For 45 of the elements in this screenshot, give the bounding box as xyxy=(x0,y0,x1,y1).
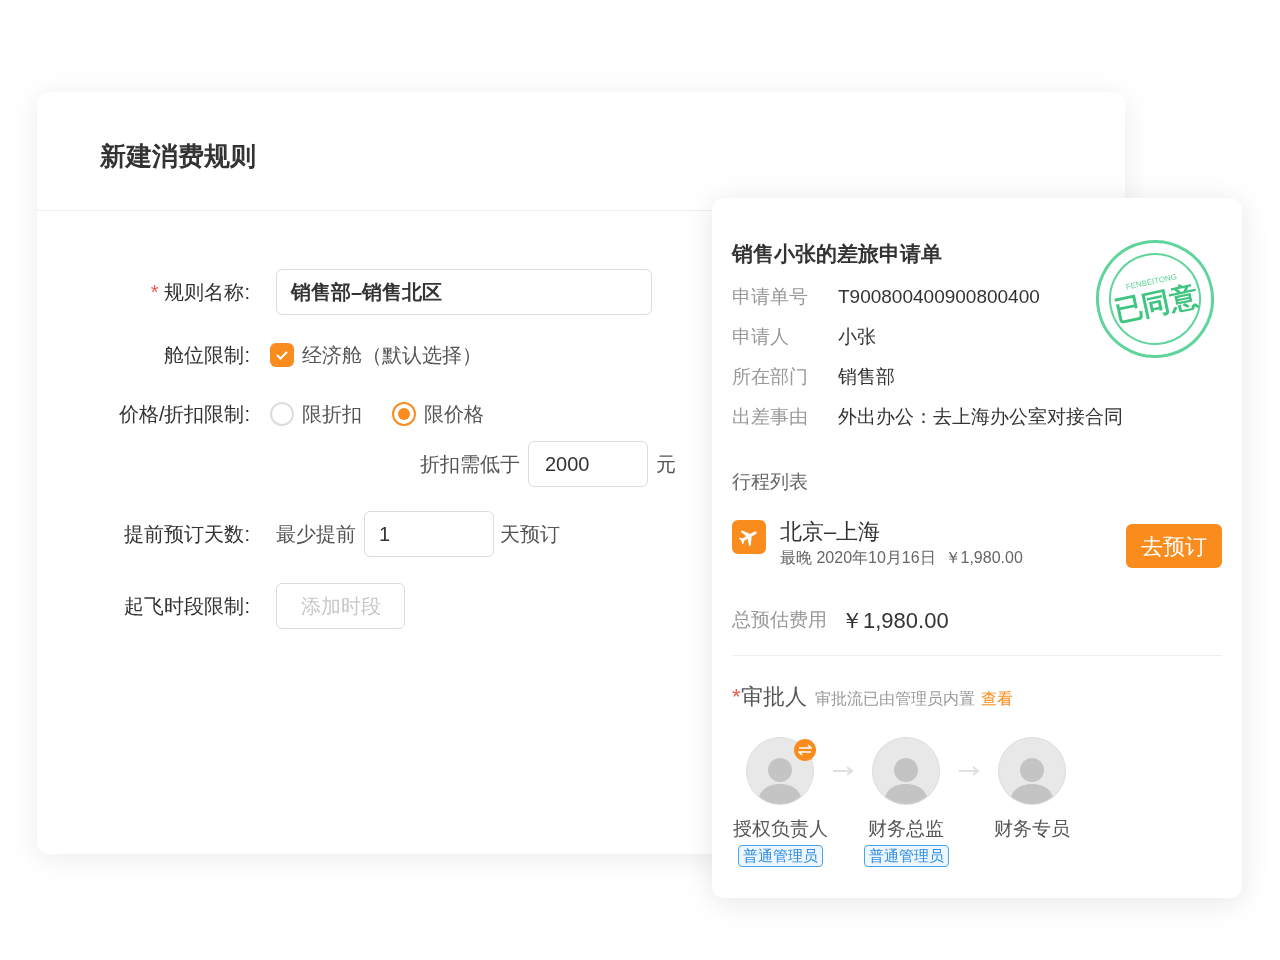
field-suffix: 元 xyxy=(656,452,676,477)
price-input[interactable]: 2000 xyxy=(528,441,648,487)
trip-detail: 最晚 2020年10月16日 ￥1,980.00 xyxy=(780,548,1024,568)
field-label: 价格/折扣限制: xyxy=(118,402,250,427)
field-prefix: 折扣需低于 xyxy=(420,452,520,477)
required-mark: * xyxy=(732,683,741,711)
field-label: 所在部门 xyxy=(732,364,809,389)
approval-note: 审批流已由管理员内置 xyxy=(814,689,975,709)
arrow-icon xyxy=(832,766,854,776)
total-amount: ￥1,980.00 xyxy=(841,607,949,635)
field-label: 提前预订天数: xyxy=(124,522,250,547)
field-prefix: 最少提前 xyxy=(276,522,356,547)
role-tag: 普通管理员 xyxy=(863,845,949,867)
field-label: 申请单号 xyxy=(732,284,809,309)
field-value: 外出办公：去上海办公室对接合同 xyxy=(838,404,1123,429)
field-label: 起飞时段限制: xyxy=(124,594,250,619)
checkbox-label: 经济舱（默认选择） xyxy=(302,343,482,368)
days-input[interactable]: 1 xyxy=(364,511,494,557)
field-label: 出差事由 xyxy=(732,404,809,429)
section-heading: 审批人 xyxy=(740,683,807,711)
radio-label: 限价格 xyxy=(424,402,484,427)
field-suffix: 天预订 xyxy=(500,522,560,547)
radio-button[interactable] xyxy=(392,402,416,426)
checkbox[interactable] xyxy=(270,343,294,367)
approver-name: 财务总监 xyxy=(868,817,944,841)
field-label: 规则名称: xyxy=(164,280,250,305)
approver-name: 授权负责人 xyxy=(732,817,828,841)
role-tag: 普通管理员 xyxy=(737,845,823,867)
check-icon xyxy=(275,348,289,362)
name-input[interactable]: 销售部–销售北区 xyxy=(276,269,652,315)
radio-label: 限折扣 xyxy=(302,402,362,427)
field-label: 舱位限制: xyxy=(164,343,250,368)
arrow-icon xyxy=(958,766,980,776)
field-value: 小张 xyxy=(838,324,876,349)
required-mark: * xyxy=(150,280,159,305)
request-title: 销售小张的差旅申请单 xyxy=(732,241,943,267)
field-value: 销售部 xyxy=(838,364,895,389)
field-value: T900800400900800400 xyxy=(838,284,1040,309)
total-label: 总预估费用 xyxy=(732,608,827,633)
approver-name: 财务专员 xyxy=(994,817,1070,841)
swap-icon[interactable] xyxy=(794,739,816,761)
trip-route: 北京–上海 xyxy=(780,518,882,546)
section-heading: 行程列表 xyxy=(732,470,809,494)
plane-icon xyxy=(732,520,766,554)
field-label: 申请人 xyxy=(732,324,790,349)
